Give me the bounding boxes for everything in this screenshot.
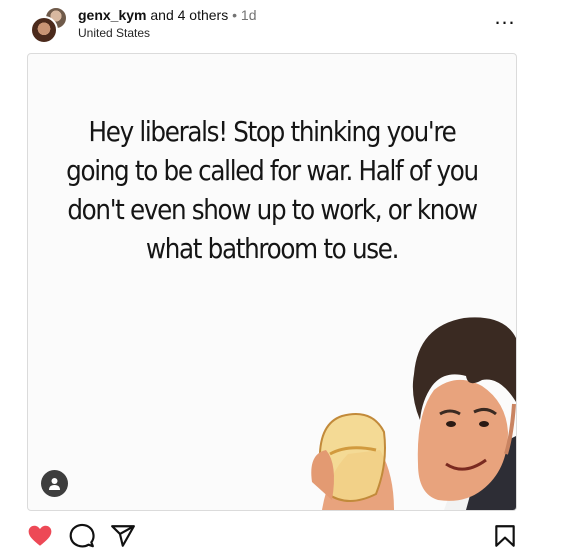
share-icon[interactable] bbox=[110, 523, 136, 549]
heart-icon[interactable] bbox=[27, 523, 53, 549]
post-time[interactable]: 1d bbox=[241, 7, 257, 23]
avatar-group[interactable] bbox=[30, 6, 70, 44]
username-link[interactable]: genx_kym bbox=[78, 7, 146, 23]
post-actions-bar bbox=[0, 515, 576, 553]
user-tag-icon[interactable] bbox=[41, 470, 68, 497]
avatar[interactable] bbox=[30, 16, 58, 44]
post-header: genx_kym and 4 others • 1d United States… bbox=[0, 0, 576, 48]
location-link[interactable]: United States bbox=[78, 26, 150, 40]
meme-caption-text: Hey liberals! Stop thinking you're going… bbox=[66, 115, 479, 265]
more-icon[interactable]: … bbox=[492, 6, 516, 30]
retro-man-illustration bbox=[311, 317, 516, 510]
collaborators-link[interactable]: and 4 others bbox=[146, 7, 228, 23]
separator-dot: • bbox=[228, 7, 241, 23]
comment-icon[interactable] bbox=[69, 523, 95, 549]
post-author-line: genx_kym and 4 others • 1d bbox=[78, 6, 256, 24]
post-media[interactable]: Hey liberals! Stop thinking you're going… bbox=[27, 53, 517, 511]
bookmark-icon[interactable] bbox=[492, 523, 518, 549]
